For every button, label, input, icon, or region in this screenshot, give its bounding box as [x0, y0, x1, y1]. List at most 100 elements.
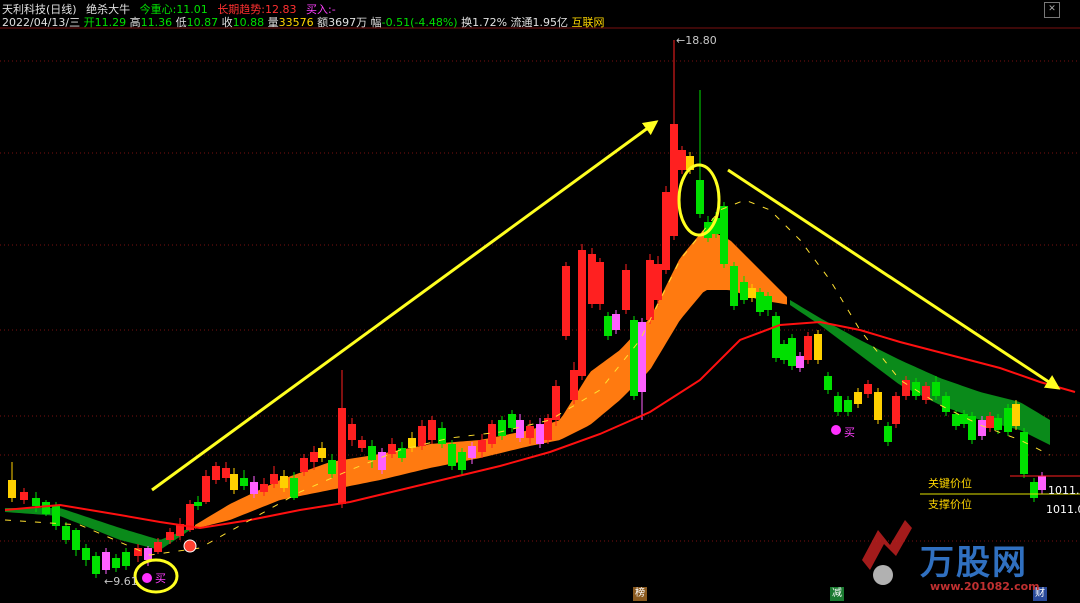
candle-body	[328, 460, 336, 474]
candle-body	[1012, 404, 1020, 426]
candle-body	[730, 266, 738, 306]
buy-signal-marker	[142, 573, 152, 583]
key-price-value: 1011.0	[1048, 484, 1080, 497]
candle-body	[478, 440, 486, 452]
candle-body	[596, 262, 604, 304]
candle-body	[678, 150, 686, 170]
candle-body	[780, 344, 788, 360]
chart-overlay	[4, 120, 1080, 594]
candle-body	[378, 452, 386, 470]
candle-body	[488, 424, 496, 444]
candle-body	[764, 296, 772, 310]
candle-body	[864, 384, 872, 394]
candle-body	[662, 192, 670, 270]
signal-ball-marker	[183, 539, 197, 553]
candle-body	[1038, 476, 1046, 490]
candle-body	[212, 466, 220, 480]
candlestick-chart[interactable]	[0, 0, 1080, 603]
watermark-logo-arrow-icon	[862, 520, 912, 570]
candle-body	[932, 382, 940, 396]
volume-value: 33576	[278, 16, 314, 29]
candle-body	[72, 530, 80, 550]
header-row-2: 2022/04/13/三 开11.29 高11.36 低10.87 收10.88…	[2, 14, 605, 30]
candle-body	[398, 448, 406, 458]
low-value: 10.87	[186, 16, 219, 29]
candle-body	[1020, 432, 1028, 474]
candle-body	[62, 526, 70, 540]
candle-body	[740, 282, 748, 300]
candle-body	[166, 532, 174, 540]
candle-body	[854, 392, 862, 404]
buy-signal-marker	[831, 425, 841, 435]
candle-body	[418, 426, 426, 446]
candle-body	[82, 548, 90, 560]
close-icon[interactable]: ✕	[1044, 2, 1060, 18]
candle-body	[638, 322, 646, 392]
date-label: 2022/04/13/三	[2, 16, 81, 29]
buy-signal-2: 买	[844, 426, 855, 439]
candle-body	[8, 480, 16, 498]
candle-body	[32, 498, 40, 506]
candle-body	[230, 474, 238, 490]
change-value: -0.51(-4.48%)	[381, 16, 458, 29]
candle-body	[748, 288, 756, 298]
candle-body	[368, 446, 376, 460]
candle-body	[526, 426, 534, 438]
amount-value: 3697万	[328, 16, 368, 29]
peak-price-value: 18.80	[685, 34, 717, 47]
badge-bang[interactable]: 榜	[633, 587, 647, 601]
open-value: 11.29	[94, 16, 127, 29]
candle-body	[844, 400, 852, 412]
badge-jian[interactable]: 减	[830, 587, 844, 601]
candle-body	[240, 478, 248, 486]
watermark-url: www.201082.com	[930, 580, 1040, 593]
candle-body	[112, 558, 120, 568]
candle-body	[42, 502, 50, 514]
candle-body	[612, 314, 620, 330]
candle-body	[1030, 482, 1038, 498]
candle-body	[630, 320, 638, 396]
candle-body	[154, 542, 162, 552]
amount-label: 额	[317, 16, 329, 29]
close-label: 收	[221, 16, 233, 29]
candle-body	[942, 396, 950, 412]
candle-body	[874, 392, 882, 420]
candle-body	[536, 424, 544, 444]
candle-body	[388, 444, 396, 454]
candle-body	[358, 440, 366, 448]
candle-body	[654, 264, 662, 300]
high-label: 高	[129, 16, 141, 29]
candle-body	[814, 334, 822, 360]
volume-label: 量	[267, 16, 279, 29]
peak-price-label: ←18.80	[676, 34, 717, 47]
watermark-brand: 万股网	[920, 543, 1028, 583]
candle-body	[720, 206, 728, 264]
candle-body	[604, 316, 612, 336]
candle-body	[102, 552, 110, 570]
candle-body	[696, 180, 704, 214]
support-price-value: 1011.0	[1046, 503, 1080, 516]
candle-body	[458, 452, 466, 470]
candle-body	[122, 552, 130, 566]
candle-body	[448, 444, 456, 466]
candle-body	[570, 370, 578, 400]
indicator-bands	[5, 228, 1050, 550]
candle-body	[622, 270, 630, 310]
candle-body	[588, 254, 596, 304]
candle-body	[960, 414, 968, 424]
candle-body	[578, 250, 586, 376]
candle-body	[144, 548, 152, 560]
candle-body	[260, 484, 268, 492]
candle-body	[892, 396, 900, 424]
candle-body	[986, 416, 994, 428]
turnover-value: 1.72%	[472, 16, 508, 29]
low-price-value: 9.61	[113, 575, 138, 588]
candle-body	[194, 502, 202, 506]
candle-body	[270, 474, 278, 484]
source-label[interactable]: 互联网	[572, 16, 605, 29]
candle-body	[92, 556, 100, 574]
support-price-label: 支撑价位	[928, 498, 972, 511]
candle-body	[250, 482, 258, 494]
candle-body	[468, 446, 476, 458]
candle-body	[290, 478, 298, 498]
